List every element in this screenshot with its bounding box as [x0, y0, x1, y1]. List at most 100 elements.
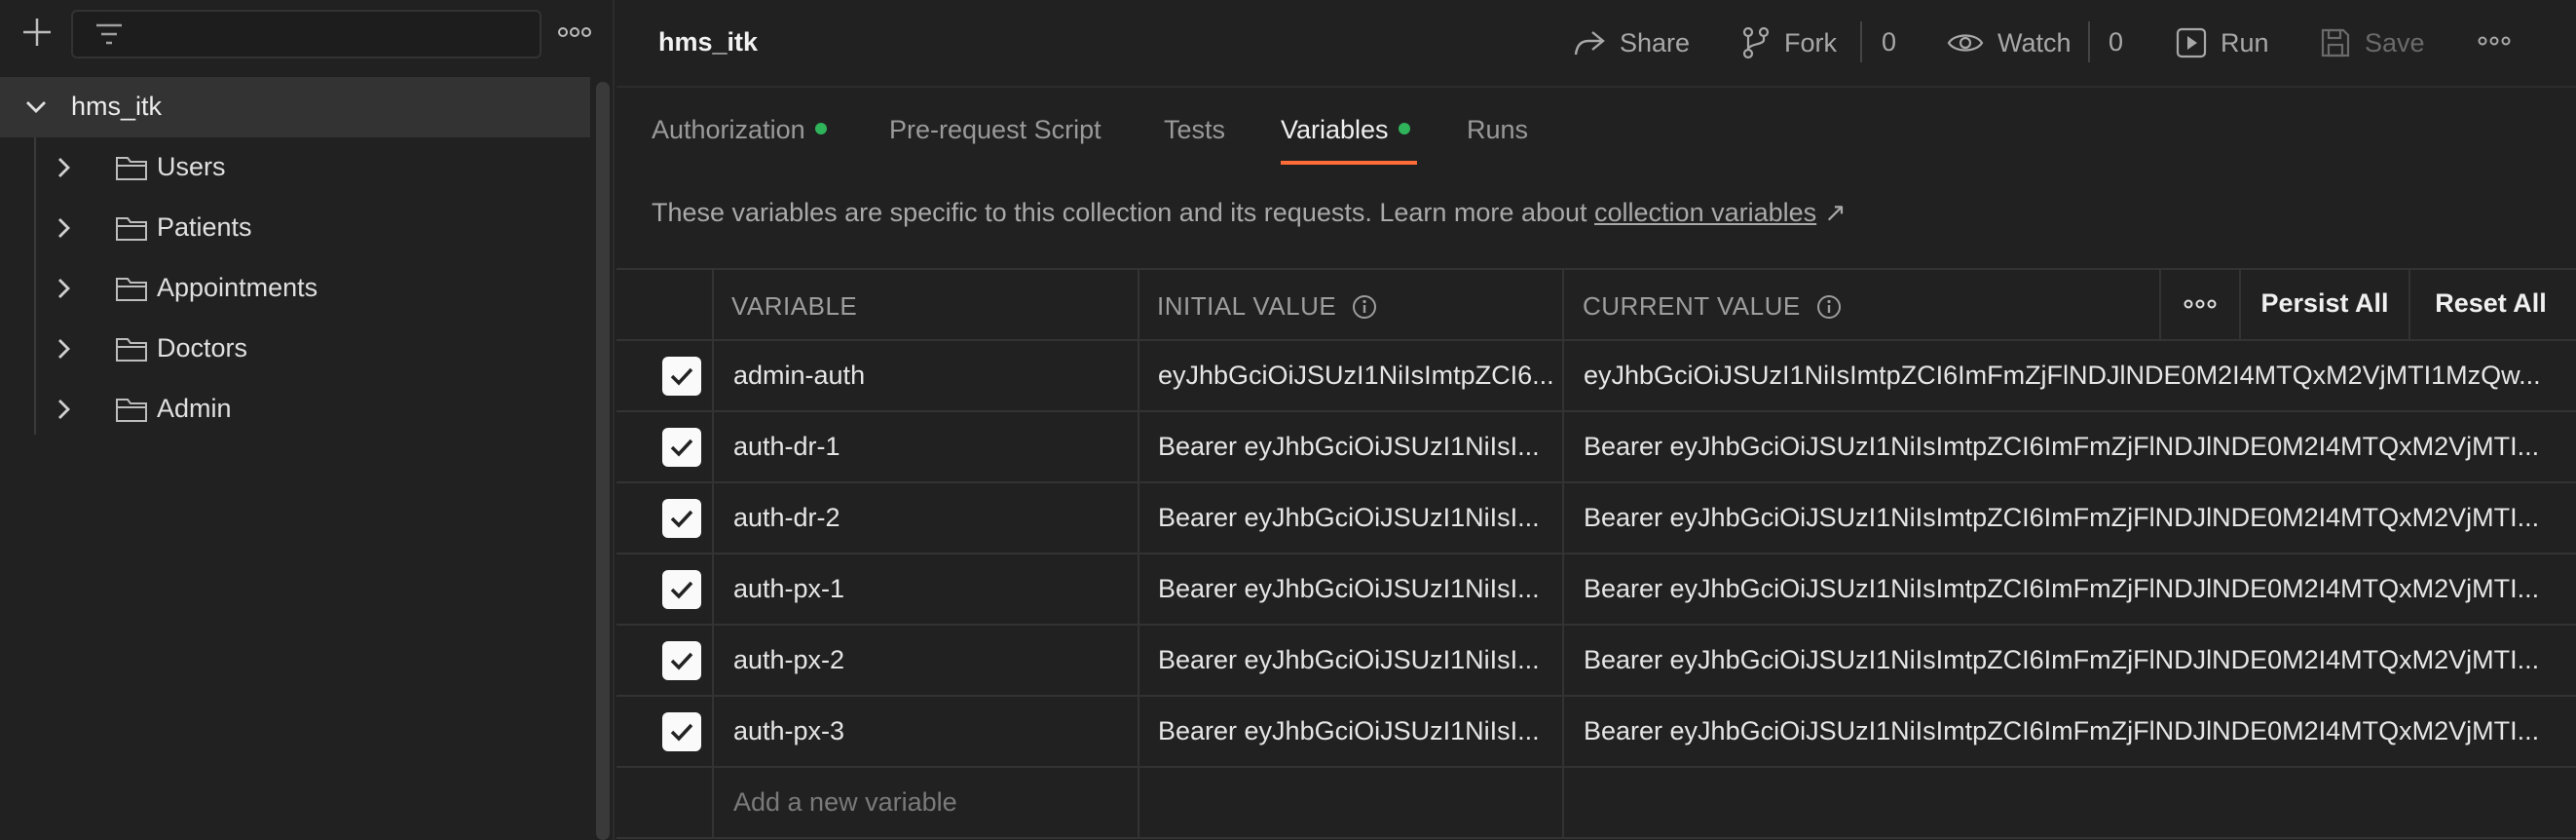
sidebar-item-appointments[interactable]: Appointments [0, 258, 590, 319]
chevron-right-icon[interactable] [51, 155, 76, 180]
tab-runs[interactable]: Runs [1467, 115, 1528, 145]
initial-value-cell[interactable]: Bearer eyJhbGciOiJSUzI1NiIsI... [1158, 645, 1557, 675]
tab-variables[interactable]: Variables [1281, 115, 1410, 145]
initial-value-cell[interactable]: Bearer eyJhbGciOiJSUzI1NiIsI... [1158, 716, 1557, 746]
sidebar-item-doctors[interactable]: Doctors [0, 319, 590, 379]
row-checkbox[interactable] [662, 570, 701, 609]
share-label: Share [1620, 27, 1691, 57]
fork-icon [1742, 26, 1770, 59]
more-icon [2184, 299, 2217, 308]
filter-search-input[interactable] [71, 10, 541, 58]
main-panel: hms_itk Share Fork 0 Watch 0 Run Save Au… [616, 0, 2576, 840]
initial-value-cell[interactable]: Bearer eyJhbGciOiJSUzI1NiIsI... [1158, 503, 1557, 533]
checkmark-icon [670, 367, 693, 386]
watch-count-divider [2088, 21, 2090, 62]
current-value-cell[interactable]: Bearer eyJhbGciOiJSUzI1NiIsImtpZCI6ImFmZ… [1584, 432, 2567, 462]
table-row: auth-px-2 Bearer eyJhbGciOiJSUzI1NiIsI..… [616, 626, 2576, 697]
table-row: auth-dr-2 Bearer eyJhbGciOiJSUzI1NiIsI..… [616, 483, 2576, 554]
table-more-button[interactable] [2161, 268, 2239, 339]
collection-header: hms_itk Share Fork 0 Watch 0 Run Save [616, 0, 2576, 88]
row-checkbox[interactable] [662, 499, 701, 538]
save-button[interactable]: Save [2320, 23, 2425, 62]
tab-authorization[interactable]: Authorization [652, 115, 827, 145]
info-icon[interactable] [1352, 294, 1377, 320]
variable-name-cell[interactable]: admin-auth [733, 361, 1123, 391]
row-checkbox[interactable] [662, 357, 701, 396]
tab-tests[interactable]: Tests [1164, 115, 1225, 145]
add-variable-input[interactable]: Add a new variable [733, 787, 1123, 818]
status-dot [814, 123, 827, 134]
variable-name-cell[interactable]: auth-px-3 [733, 716, 1123, 746]
table-row: auth-px-3 Bearer eyJhbGciOiJSUzI1NiIsI..… [616, 697, 2576, 768]
save-icon [2321, 28, 2350, 57]
initial-value-cell[interactable]: Bearer eyJhbGciOiJSUzI1NiIsI... [1158, 432, 1557, 462]
run-button[interactable]: Run [2176, 23, 2269, 62]
row-checkbox[interactable] [662, 641, 701, 680]
checkmark-icon [670, 723, 693, 742]
column-header-label: VARIABLE [731, 291, 858, 321]
info-icon[interactable] [1816, 294, 1842, 320]
current-value-cell[interactable]: Bearer eyJhbGciOiJSUzI1NiIsImtpZCI6ImFmZ… [1584, 574, 2567, 604]
initial-value-cell[interactable]: Bearer eyJhbGciOiJSUzI1NiIsI... [1158, 574, 1557, 604]
tab-pre-request-script[interactable]: Pre-request Script [889, 115, 1101, 145]
chevron-right-icon[interactable] [51, 215, 76, 241]
variables-table: VARIABLE INITIAL VALUE CURRENT VALUE Per… [616, 268, 2576, 840]
table-row: auth-dr-1 Bearer eyJhbGciOiJSUzI1NiIsI..… [616, 412, 2576, 483]
sidebar-scrollbar[interactable] [596, 82, 610, 840]
variable-name-cell[interactable]: auth-dr-1 [733, 432, 1123, 462]
status-dot [1398, 123, 1410, 134]
chevron-right-icon[interactable] [51, 276, 76, 301]
plus-icon[interactable] [19, 15, 55, 50]
current-value-cell[interactable]: Bearer eyJhbGciOiJSUzI1NiIsImtpZCI6ImFmZ… [1584, 503, 2567, 533]
share-button[interactable]: Share [1573, 23, 1690, 62]
current-value-cell[interactable]: eyJhbGciOiJSUzI1NiIsImtpZCI6ImFmZjFlNDJl… [1584, 361, 2567, 391]
chevron-right-icon[interactable] [51, 336, 76, 362]
filter-icon [96, 23, 122, 45]
fork-button[interactable]: Fork [1741, 23, 1837, 62]
eye-icon [1947, 34, 1984, 52]
current-value-cell[interactable]: Bearer eyJhbGciOiJSUzI1NiIsImtpZCI6ImFmZ… [1584, 716, 2567, 746]
sidebar-item-patients[interactable]: Patients [0, 198, 590, 258]
sidebar-item-label: Admin [157, 394, 232, 423]
column-header-label: INITIAL VALUE [1157, 291, 1337, 321]
checkmark-icon [670, 510, 693, 528]
tab-label: Authorization [652, 115, 805, 144]
reset-all-button[interactable]: Reset All [2410, 268, 2571, 339]
persist-all-button[interactable]: Persist All [2241, 268, 2408, 339]
fork-count[interactable]: 0 [1882, 27, 1896, 57]
sidebar-item-admin[interactable]: Admin [0, 379, 590, 439]
collection-root-item[interactable]: hms_itk [0, 77, 590, 137]
more-icon[interactable] [557, 21, 592, 43]
sidebar-item-users[interactable]: Users [0, 137, 590, 198]
watch-count[interactable]: 0 [2109, 27, 2123, 57]
collection-tabs: Authorization Pre-request Script Tests V… [616, 97, 2576, 166]
share-icon [1574, 31, 1605, 56]
column-header-current-value: CURRENT VALUE [1583, 291, 1842, 322]
folder-icon [116, 217, 147, 241]
sidebar-item-label: Doctors [157, 333, 248, 363]
run-label: Run [2221, 27, 2269, 57]
more-icon[interactable] [2478, 32, 2511, 50]
collection-root-label: hms_itk [71, 92, 163, 121]
external-link-icon: ↗ [1824, 198, 1847, 227]
folder-icon [116, 399, 147, 422]
collection-variables-link[interactable]: collection variables [1594, 198, 1816, 227]
chevron-down-icon[interactable] [23, 95, 49, 120]
variable-name-cell[interactable]: auth-px-1 [733, 574, 1123, 604]
initial-value-cell[interactable]: eyJhbGciOiJSUzI1NiIsImtpZCI6... [1158, 361, 1557, 391]
watch-button[interactable]: Watch [1947, 23, 2072, 62]
current-value-cell[interactable]: Bearer eyJhbGciOiJSUzI1NiIsImtpZCI6ImFmZ… [1584, 645, 2567, 675]
new-variable-row: Add a new variable [616, 768, 2576, 839]
folder-icon [116, 278, 147, 301]
row-checkbox[interactable] [662, 712, 701, 751]
row-checkbox[interactable] [662, 428, 701, 467]
sidebar-toolbar [0, 0, 615, 68]
table-row: admin-auth eyJhbGciOiJSUzI1NiIsImtpZCI6.… [616, 341, 2576, 412]
folder-icon [116, 338, 147, 362]
column-header-label: CURRENT VALUE [1583, 291, 1801, 321]
description-text: These variables are specific to this col… [652, 198, 1587, 227]
chevron-right-icon[interactable] [51, 397, 76, 422]
variable-name-cell[interactable]: auth-px-2 [733, 645, 1123, 675]
variable-name-cell[interactable]: auth-dr-2 [733, 503, 1123, 533]
sidebar-item-label: Patients [157, 212, 252, 242]
